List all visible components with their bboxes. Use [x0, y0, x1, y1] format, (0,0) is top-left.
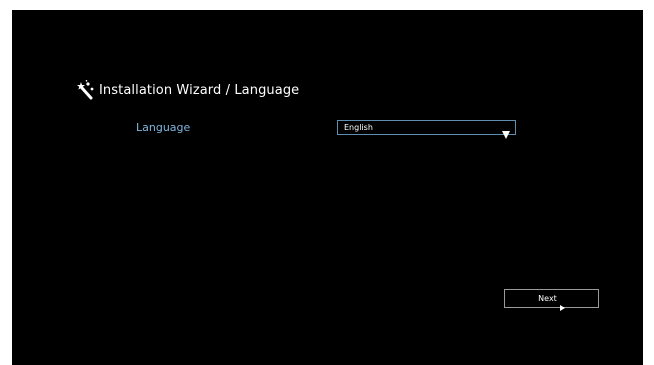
wizard-screen: Installation Wizard / Language Language … — [12, 10, 643, 365]
page-title: Installation Wizard / Language — [99, 82, 300, 98]
next-button-label: Next — [538, 294, 557, 303]
wizard-header: Installation Wizard / Language — [76, 80, 299, 100]
triangle-right-icon — [559, 296, 565, 311]
next-button[interactable]: Next — [504, 289, 599, 311]
triangle-down-icon — [502, 124, 510, 139]
language-select[interactable]: English — [337, 120, 516, 139]
magic-wand-icon — [76, 80, 98, 100]
language-select-value: English — [344, 123, 373, 132]
language-label: Language — [136, 121, 191, 134]
